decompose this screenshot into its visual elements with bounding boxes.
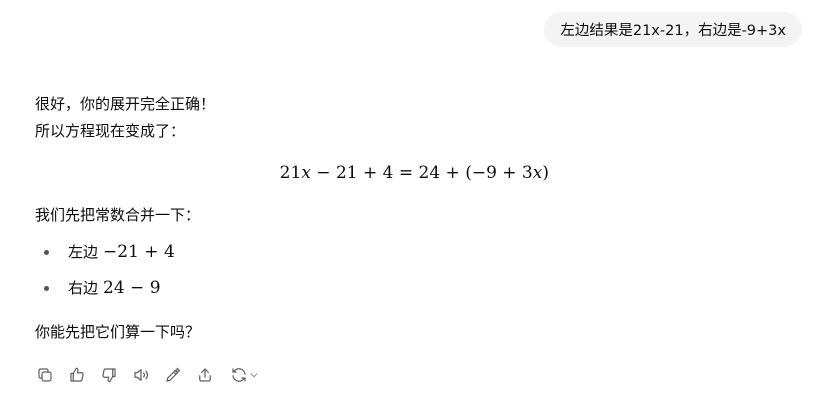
bullet-item-right: 右边 24 − 9: [35, 277, 161, 299]
bullet-item-left: 左边 −21 + 4: [35, 241, 175, 263]
eq-middle: − 21 + 4 = 24 + (−9 + 3: [310, 163, 533, 183]
reply-line-2: 所以方程现在变成了：: [35, 122, 186, 140]
regenerate-button[interactable]: [227, 363, 261, 387]
bullet-label: 左边: [68, 243, 99, 261]
eq-var-x: x: [301, 163, 311, 183]
copy-icon: [38, 368, 52, 382]
user-message-bubble: 左边结果是21x-21，右边是-9+3x: [544, 12, 802, 47]
share-button[interactable]: [195, 363, 215, 387]
thumbs-down-button[interactable]: [99, 363, 119, 387]
bullet-dot: [44, 285, 49, 291]
read-aloud-icon: [134, 369, 148, 381]
edit-icon: [166, 367, 181, 382]
bullet-math: −21 + 4: [103, 242, 175, 262]
read-aloud-button[interactable]: [131, 363, 151, 387]
share-icon: [199, 368, 211, 382]
regenerate-icon: [231, 368, 246, 382]
thumbs-up-icon: [70, 367, 84, 382]
edit-button[interactable]: [163, 363, 183, 387]
message-toolbar: [35, 363, 261, 387]
thumbs-up-button[interactable]: [67, 363, 87, 387]
eq-var-x-2: x: [532, 163, 543, 183]
chevron-down-icon: [250, 373, 257, 377]
bullet-math: 24 − 9: [103, 278, 161, 298]
user-message-text: 左边结果是21x-21，右边是-9+3x: [560, 23, 786, 39]
bullet-dot: [44, 249, 49, 255]
reply-line-4: 你能先把它们算一下吗？: [35, 323, 201, 341]
eq-coef: 21: [279, 163, 302, 183]
reply-line-3: 我们先把常数合并一下：: [35, 206, 201, 224]
reply-line-1: 很好，你的展开完全正确！: [35, 95, 216, 113]
bullet-label: 右边: [68, 279, 99, 297]
eq-close: ): [542, 163, 549, 183]
display-equation: 21x − 21 + 4 = 24 + (−9 + 3x): [35, 160, 549, 186]
thumbs-down-icon: [102, 368, 116, 383]
copy-button[interactable]: [35, 363, 55, 387]
